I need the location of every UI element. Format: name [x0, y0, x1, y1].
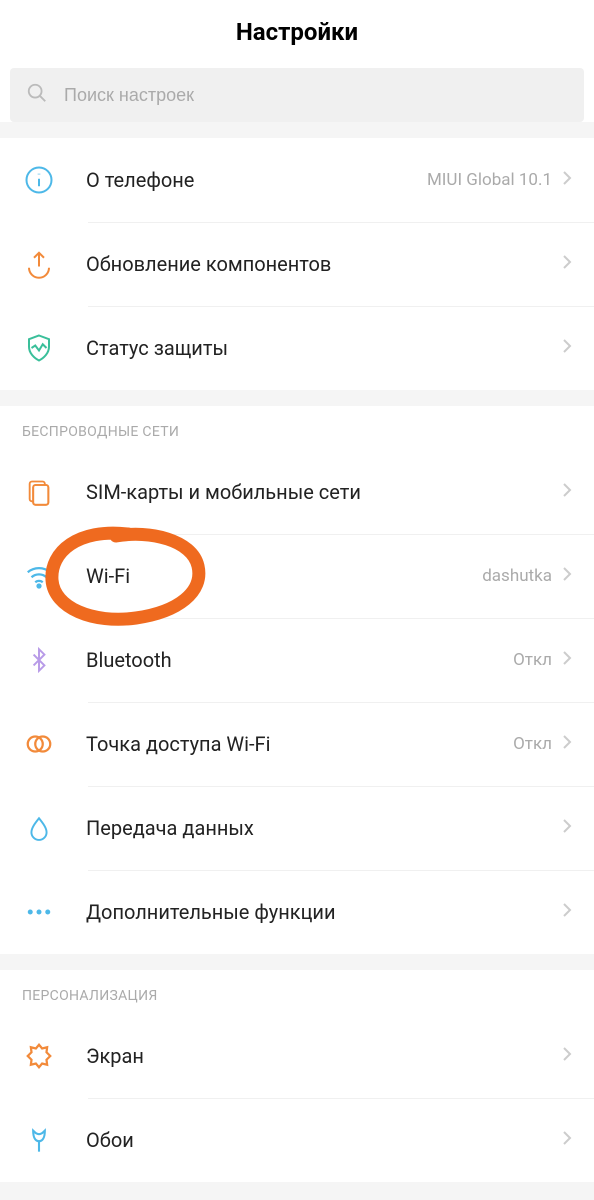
chevron-right-icon — [562, 734, 572, 754]
row-label: Обои — [86, 1128, 562, 1152]
settings-group-personalization: Экран Обои — [0, 1014, 594, 1182]
page-header: Настройки — [0, 0, 594, 60]
row-more-settings[interactable]: Дополнительные функции — [0, 870, 594, 954]
row-wifi[interactable]: Wi-Fi dashutka — [0, 534, 594, 618]
droplet-icon — [22, 811, 56, 845]
wifi-icon — [22, 559, 56, 593]
search-icon — [26, 82, 48, 108]
tulip-icon — [22, 1123, 56, 1157]
upload-icon — [22, 247, 56, 281]
row-data-usage[interactable]: Передача данных — [0, 786, 594, 870]
row-wallpaper[interactable]: Обои — [0, 1098, 594, 1182]
row-value: dashutka — [482, 566, 552, 586]
hotspot-icon — [22, 727, 56, 761]
row-label: Статус защиты — [86, 336, 562, 360]
page-title: Настройки — [0, 18, 594, 46]
search-input[interactable] — [64, 85, 568, 106]
sun-icon — [22, 1039, 56, 1073]
info-icon — [22, 163, 56, 197]
chevron-right-icon — [562, 338, 572, 358]
chevron-right-icon — [562, 482, 572, 502]
chevron-right-icon — [562, 650, 572, 670]
chevron-right-icon — [562, 566, 572, 586]
sim-icon — [22, 475, 56, 509]
row-value: Откл — [513, 734, 552, 754]
chevron-right-icon — [562, 1046, 572, 1066]
row-label: Экран — [86, 1044, 562, 1068]
section-header-wireless: БЕСПРОВОДНЫЕ СЕТИ — [0, 406, 594, 450]
row-security-status[interactable]: Статус защиты — [0, 306, 594, 390]
chevron-right-icon — [562, 254, 572, 274]
settings-group-general: О телефоне MIUI Global 10.1 Обновление к… — [0, 138, 594, 390]
chevron-right-icon — [562, 1130, 572, 1150]
row-label: Точка доступа Wi-Fi — [86, 732, 513, 756]
row-hotspot[interactable]: Точка доступа Wi-Fi Откл — [0, 702, 594, 786]
row-label: Передача данных — [86, 816, 562, 840]
row-label: Дополнительные функции — [86, 900, 562, 924]
row-label: Bluetooth — [86, 648, 513, 672]
settings-group-wireless: SIM-карты и мобильные сети Wi-Fi dashutk… — [0, 450, 594, 954]
more-icon — [22, 895, 56, 929]
row-label: Wi-Fi — [86, 564, 482, 588]
row-value: MIUI Global 10.1 — [427, 170, 552, 190]
row-sim-networks[interactable]: SIM-карты и мобильные сети — [0, 450, 594, 534]
row-bluetooth[interactable]: Bluetooth Откл — [0, 618, 594, 702]
row-value: Откл — [513, 650, 552, 670]
shield-icon — [22, 331, 56, 365]
row-label: SIM-карты и мобильные сети — [86, 480, 562, 504]
chevron-right-icon — [562, 170, 572, 190]
chevron-right-icon — [562, 818, 572, 838]
search-bar[interactable] — [10, 68, 584, 122]
row-about-phone[interactable]: О телефоне MIUI Global 10.1 — [0, 138, 594, 222]
bluetooth-icon — [22, 643, 56, 677]
row-label: Обновление компонентов — [86, 252, 562, 276]
row-label: О телефоне — [86, 168, 427, 192]
row-display[interactable]: Экран — [0, 1014, 594, 1098]
chevron-right-icon — [562, 902, 572, 922]
row-component-updates[interactable]: Обновление компонентов — [0, 222, 594, 306]
section-header-personalization: ПЕРСОНАЛИЗАЦИЯ — [0, 970, 594, 1014]
